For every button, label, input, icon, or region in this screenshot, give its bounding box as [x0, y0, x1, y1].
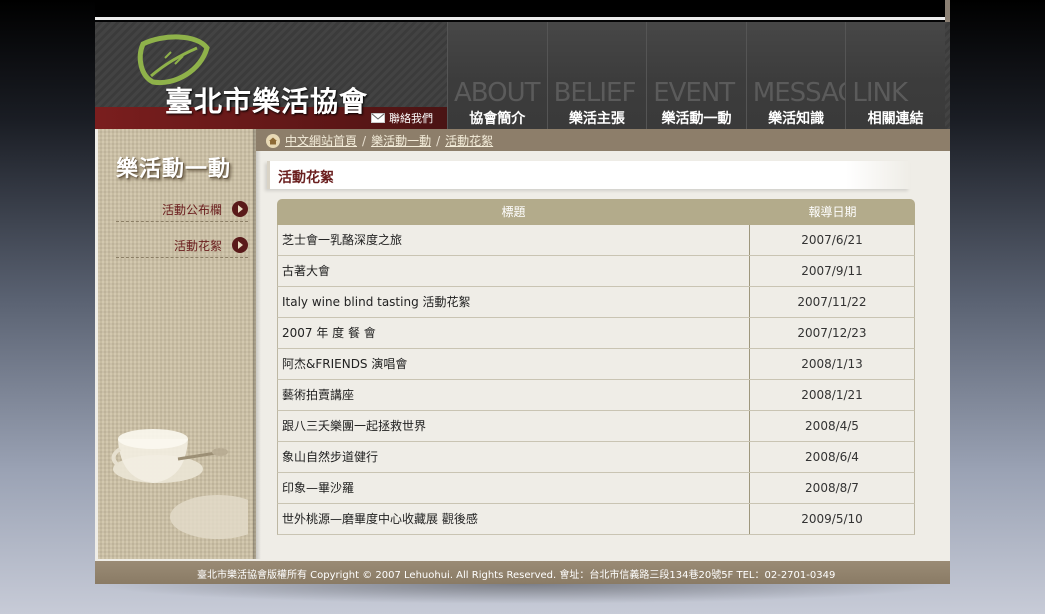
main-nav: ABOUT 協會簡介 BELIEF 樂活主張 EVENT 樂活動一動 MESSA… — [447, 22, 945, 129]
mail-icon — [371, 113, 385, 123]
row-title-link[interactable]: 象山自然步道健行 — [278, 442, 750, 472]
nav-item-message[interactable]: MESSAGE 樂活知識 — [745, 22, 848, 129]
breadcrumb-separator: / — [436, 133, 441, 148]
nav-item-belief[interactable]: BELIEF 樂活主張 — [546, 22, 647, 129]
nav-item-about[interactable]: ABOUT 協會簡介 — [447, 22, 547, 129]
nav-item-link[interactable]: LINK 相關連結 — [845, 22, 945, 129]
nav-ghost-text: BELIEF — [553, 78, 637, 108]
footer-shadow — [95, 584, 950, 604]
row-date: 2007/11/22 — [797, 295, 867, 309]
row-date: 2007/6/21 — [801, 233, 863, 247]
sidebar-item-highlights[interactable]: 活動花絮 — [116, 227, 248, 258]
row-date: 2007/12/23 — [797, 326, 867, 340]
table-header: 標題 報導日期 — [277, 199, 915, 225]
header: 臺北市樂活協會 聯絡我們 ABOUT 協會簡介 BELIEF 樂活主張 EVEN… — [95, 22, 950, 129]
table-row: 阿杰&FRIENDS 演唱會 2008/1/13 — [277, 349, 915, 380]
sidebar: 樂活動一動 活動公布欄 活動花絮 — [98, 129, 256, 559]
page-title: 活動花絮 — [278, 170, 334, 186]
breadcrumb-link-event[interactable]: 樂活動一動 — [371, 132, 431, 149]
articles-table: 標題 報導日期 芝士會一乳酪深度之旅 2007/6/21 古著大會 2007/9… — [277, 199, 915, 535]
row-title-link[interactable]: 2007 年 度 餐 會 — [278, 318, 750, 348]
nav-ghost-text: MESSAGE — [752, 78, 848, 108]
contact-link[interactable]: 聯絡我們 — [371, 110, 433, 126]
nav-item-event[interactable]: EVENT 樂活動一動 — [646, 22, 746, 129]
column-header-date: 報導日期 — [808, 205, 857, 219]
table-row: 藝術拍賣講座 2008/1/21 — [277, 380, 915, 411]
row-title-link[interactable]: 芝士會一乳酪深度之旅 — [278, 225, 750, 255]
table-row: 芝士會一乳酪深度之旅 2007/6/21 — [277, 225, 915, 256]
top-bar — [95, 0, 945, 20]
row-title-link[interactable]: 印象—畢沙羅 — [278, 473, 750, 503]
content-area: 樂活動一動 活動公布欄 活動花絮 中文網站首頁 / 樂活動一動 / 活動花絮 活… — [95, 129, 950, 561]
table-row: 印象—畢沙羅 2008/8/7 — [277, 473, 915, 504]
breadcrumb-bar: 中文網站首頁 / 樂活動一動 / 活動花絮 — [256, 129, 950, 151]
row-title-link[interactable]: 藝術拍賣講座 — [278, 380, 750, 410]
breadcrumb-link-home[interactable]: 中文網站首頁 — [285, 132, 357, 149]
home-icon — [266, 133, 280, 148]
table-row: 世外桃源—磨畢度中心收藏展 觀後感 2009/5/10 — [277, 504, 915, 535]
table-row: 象山自然步道健行 2008/6/4 — [277, 442, 915, 473]
row-title-link[interactable]: 跟八三夭樂團一起拯救世界 — [278, 411, 750, 441]
breadcrumb-link-current[interactable]: 活動花絮 — [445, 132, 493, 149]
row-date: 2008/4/5 — [805, 419, 859, 433]
row-date: 2009/5/10 — [801, 512, 863, 526]
column-header-title: 標題 — [501, 205, 526, 219]
sidebar-item-label: 活動公布欄 — [161, 203, 222, 217]
site-title: 臺北市樂活協會 — [165, 85, 369, 118]
nav-ghost-text: EVENT — [653, 78, 735, 108]
footer: 臺北市樂活協會版權所有 Copyright © 2007 Lehuohui. A… — [95, 561, 950, 584]
sidebar-item-bulletin[interactable]: 活動公布欄 — [116, 191, 248, 222]
page: 臺北市樂活協會 聯絡我們 ABOUT 協會簡介 BELIEF 樂活主張 EVEN… — [95, 0, 950, 614]
nav-label: 樂活知識 — [768, 111, 825, 127]
table-row: 古著大會 2007/9/11 — [277, 256, 915, 287]
nav-label: 樂活主張 — [568, 111, 625, 127]
row-date: 2008/1/13 — [801, 357, 863, 371]
row-title-link[interactable]: 阿杰&FRIENDS 演唱會 — [278, 349, 750, 379]
nav-label: 協會簡介 — [469, 111, 526, 127]
teacup-illustration — [111, 429, 248, 539]
nav-label: 相關連結 — [867, 111, 924, 127]
logo-area: 臺北市樂活協會 聯絡我們 — [95, 22, 447, 129]
table-row: 2007 年 度 餐 會 2007/12/23 — [277, 318, 915, 349]
breadcrumb-separator: / — [362, 133, 367, 148]
heading-box: 活動花絮 — [267, 161, 910, 189]
row-title-link[interactable]: Italy wine blind tasting 活動花絮 — [278, 287, 750, 317]
breadcrumb: 中文網站首頁 / 樂活動一動 / 活動花絮 — [266, 132, 493, 149]
row-date: 2008/8/7 — [805, 481, 859, 495]
nav-label: 樂活動一動 — [661, 111, 732, 127]
row-date: 2008/1/21 — [801, 388, 863, 402]
arrow-right-icon — [232, 201, 248, 217]
sidebar-title: 樂活動一動 — [116, 156, 232, 182]
row-title-link[interactable]: 古著大會 — [278, 256, 750, 286]
table-row: Italy wine blind tasting 活動花絮 2007/11/22 — [277, 287, 915, 318]
footer-copyright: 臺北市樂活協會版權所有 Copyright © 2007 Lehuohui. A… — [197, 570, 836, 581]
row-date: 2007/9/11 — [801, 264, 863, 278]
row-date: 2008/6/4 — [805, 450, 859, 464]
table-row: 跟八三夭樂團一起拯救世界 2008/4/5 — [277, 411, 915, 442]
contact-label: 聯絡我們 — [389, 112, 433, 125]
nav-ghost-text: LINK — [852, 78, 908, 108]
arrow-right-icon — [232, 237, 248, 253]
sidebar-shadow — [253, 129, 261, 559]
sidebar-item-label: 活動花絮 — [173, 239, 222, 253]
nav-ghost-text: ABOUT — [454, 78, 541, 108]
row-title-link[interactable]: 世外桃源—磨畢度中心收藏展 觀後感 — [278, 504, 750, 534]
